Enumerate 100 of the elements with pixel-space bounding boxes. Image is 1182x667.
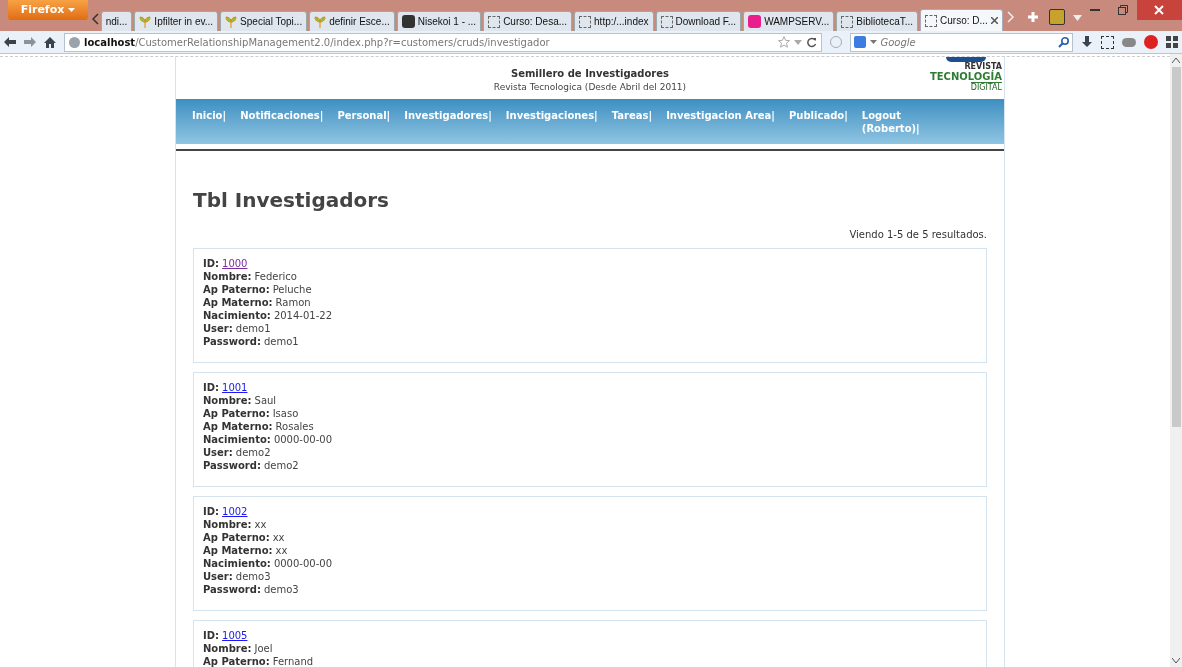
dropdown-icon[interactable] (869, 40, 877, 44)
field-label: User: (203, 446, 233, 459)
field-label: ID: (203, 381, 220, 394)
page-heading: Tbl Investigadors (193, 187, 390, 214)
field-value: xx (254, 518, 267, 531)
search-input[interactable]: Google (880, 34, 1055, 50)
browser-tab[interactable]: ndi... (100, 11, 133, 31)
search-icon[interactable] (1058, 36, 1070, 48)
blank-page-icon (925, 14, 938, 27)
browser-tab[interactable]: Curso: Desa... (483, 11, 573, 31)
extension-icon[interactable] (1048, 9, 1065, 25)
field-value: Rosales (275, 420, 314, 433)
browser-tab[interactable]: Curso: D... (920, 9, 1003, 31)
caret-icon (68, 8, 76, 12)
field-value: demo1 (235, 322, 271, 335)
browser-tab[interactable]: Special Topi... (220, 11, 308, 31)
download-icon[interactable] (1081, 36, 1094, 48)
site-title: Semillero de Investigadores (510, 66, 670, 81)
field-label: ID: (203, 629, 220, 642)
reload-icon[interactable] (805, 36, 817, 48)
home-icon[interactable] (44, 36, 56, 48)
field-label: Ap Materno: (203, 296, 273, 309)
field-value: xx (272, 531, 285, 544)
globe-icon (69, 36, 80, 48)
field-label: Password: (203, 335, 261, 348)
google-icon (853, 36, 866, 48)
field-label: Ap Materno: (203, 544, 273, 557)
browser-tab[interactable]: BibliotecaT... (836, 11, 919, 31)
field-label: Ap Paterno: (203, 283, 270, 296)
field-label: ID: (203, 505, 220, 518)
field-label: ID: (203, 257, 220, 270)
field-value: Peluche (272, 283, 312, 296)
close-icon[interactable] (1136, 0, 1182, 20)
field-value: Ramon (275, 296, 311, 309)
address-bar[interactable]: localhost/CustomerRelationshipManagement2.0/index.php?r=customers/cruds/investigador (64, 32, 822, 52)
field-value: demo3 (235, 570, 271, 583)
app-icon (748, 15, 762, 28)
field-value: Isaso (272, 407, 299, 420)
browser-tab[interactable]: Ipfilter in ev... (134, 11, 219, 31)
leaf-icon (139, 15, 152, 28)
field-label: Nombre: (203, 642, 252, 655)
field-label: Nombre: (203, 518, 252, 531)
back-icon[interactable] (4, 37, 16, 47)
browser-tab[interactable]: WAMPSERV... (743, 11, 835, 31)
leaf-icon (225, 15, 238, 28)
close-icon[interactable] (990, 17, 998, 24)
scrollbar[interactable] (1170, 54, 1182, 667)
field-label: User: (203, 322, 233, 335)
field-value: 2014-01-22 (273, 309, 332, 322)
scroll-right-icon[interactable] (1006, 11, 1015, 23)
blank-page-icon (841, 15, 854, 28)
scroll-left-icon[interactable] (90, 13, 99, 25)
extension-icon[interactable] (1101, 35, 1115, 49)
field-label: Password: (203, 459, 261, 472)
field-value: demo2 (235, 446, 271, 459)
url-text: localhost/CustomerRelationshipManagement2.0/index.php?r=customers/cruds/investigador (84, 35, 550, 50)
record-id-link[interactable]: 1001 (222, 381, 248, 394)
field-value: 0000-00-00 (273, 557, 332, 570)
field-value: demo3 (263, 583, 299, 596)
dropdown-icon[interactable] (1072, 15, 1082, 21)
field-value: 0000-00-00 (273, 433, 332, 446)
search-field[interactable]: Google (849, 32, 1074, 52)
browser-tab[interactable]: http:/...index (574, 11, 654, 31)
field-value: Fernand (272, 655, 314, 667)
field-label: User: (203, 570, 233, 583)
field-value: demo1 (263, 335, 299, 348)
forward-icon[interactable] (24, 37, 36, 47)
field-label: Ap Paterno: (203, 655, 270, 667)
record-id-link[interactable]: 1000 (222, 257, 248, 270)
results-summary: Viendo 1-5 de 5 resultados. (849, 228, 987, 242)
blank-page-icon (660, 15, 673, 28)
field-value: Federico (254, 270, 297, 283)
logo-text: TECNOLOGÍA (929, 72, 1002, 82)
scroll-down-icon[interactable] (1172, 658, 1180, 664)
field-label: Nombre: (203, 394, 252, 407)
bookmark-star-icon[interactable] (777, 36, 790, 48)
field-value: xx (275, 544, 288, 557)
record-id-link[interactable]: 1002 (222, 505, 248, 518)
grid-icon[interactable] (1166, 36, 1178, 48)
logo-text: DIGITAL (970, 82, 1002, 93)
scroll-up-icon[interactable] (1172, 57, 1180, 63)
browser-tab[interactable]: Nisekoi 1 - ... (396, 11, 482, 31)
browser-tab[interactable]: definir Esce... (309, 11, 395, 31)
field-label: Ap Paterno: (203, 407, 270, 420)
site-subtitle: Revista Tecnologica (Desde Abril del 2011) (493, 80, 687, 94)
record-id-link[interactable]: 1005 (222, 629, 248, 642)
browser-tab[interactable]: Download F... (655, 11, 742, 31)
field-label: Ap Paterno: (203, 531, 270, 544)
field-label: Nacimiento: (203, 557, 271, 570)
blank-page-icon (579, 15, 592, 28)
new-tab-icon[interactable] (1026, 11, 1039, 23)
app-icon (401, 15, 415, 28)
field-label: Nacimiento: (203, 309, 271, 322)
field-value: Saul (254, 394, 277, 407)
field-value: Joel (254, 642, 273, 655)
blank-page-icon (488, 15, 501, 28)
leaf-icon (314, 15, 327, 28)
field-label: Password: (203, 583, 261, 596)
field-label: Nacimiento: (203, 433, 271, 446)
field-label: Nombre: (203, 270, 252, 283)
